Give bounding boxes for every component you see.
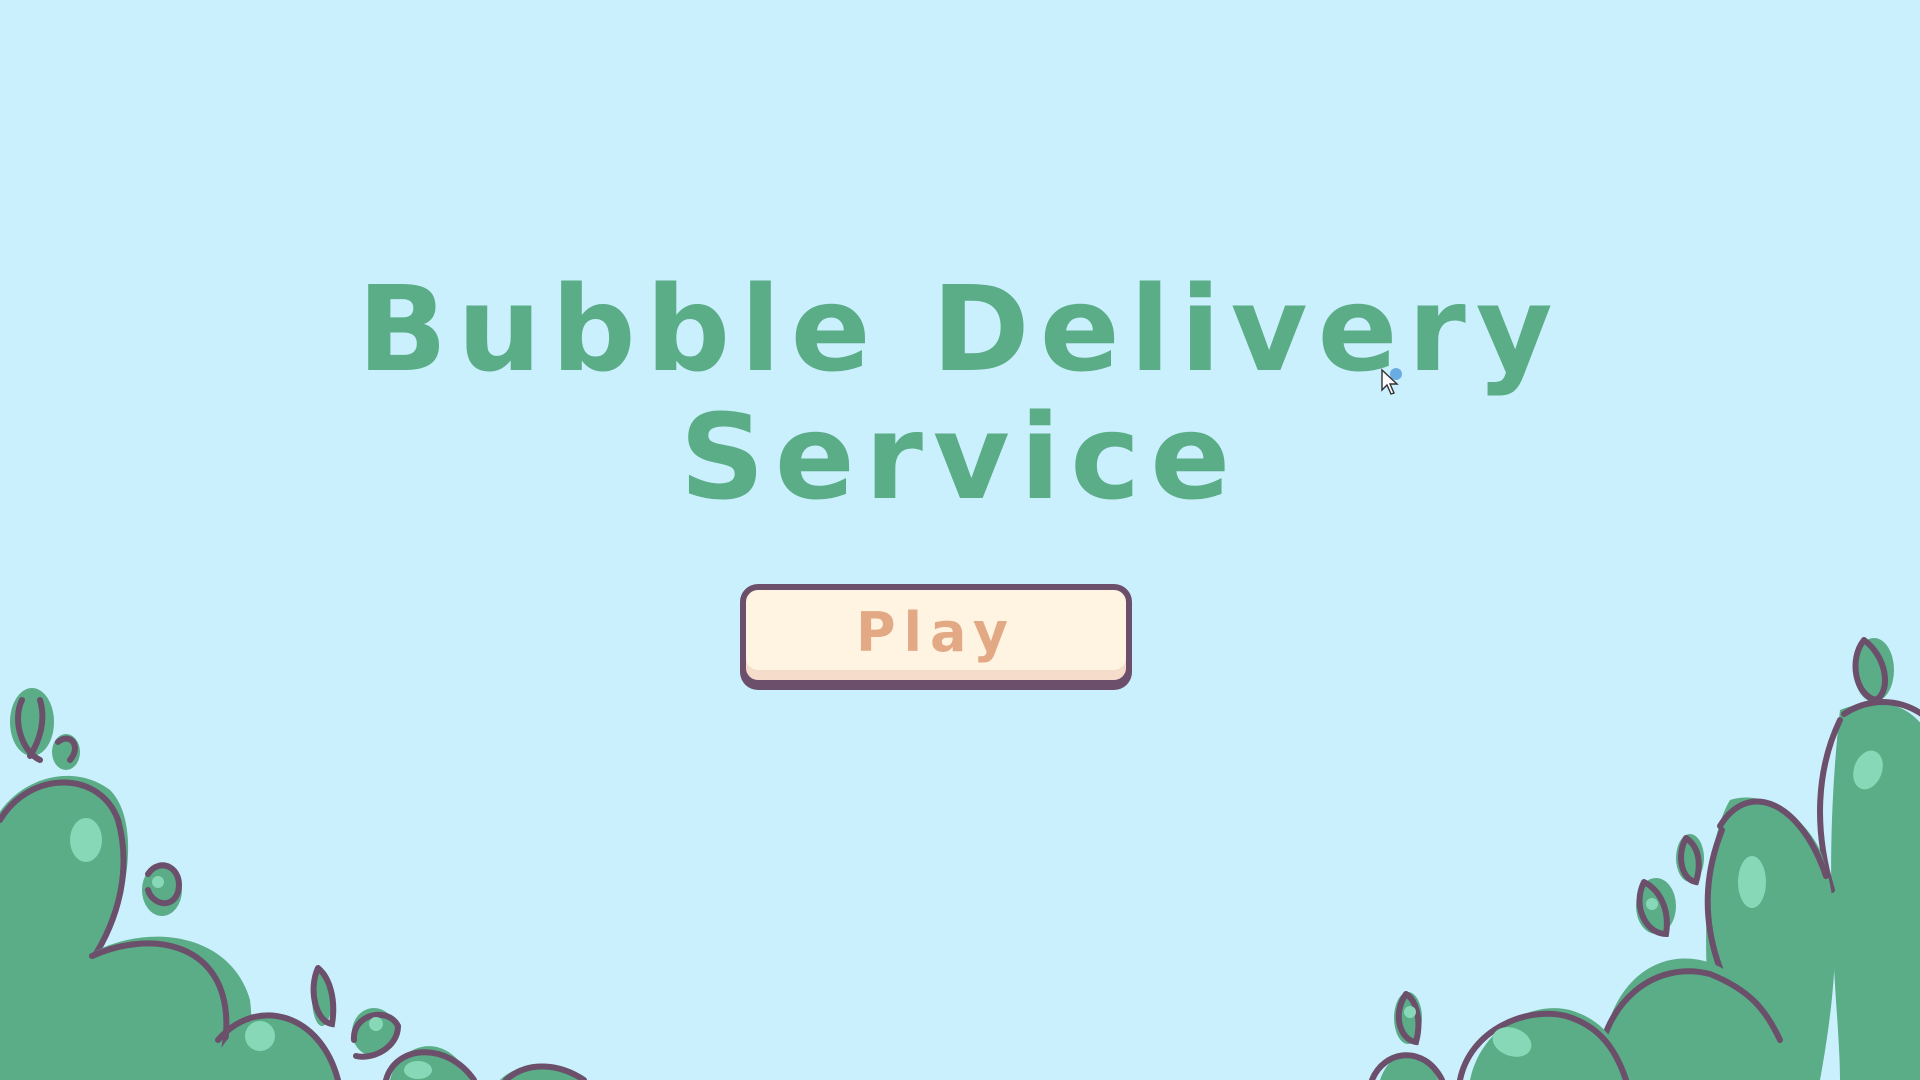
play-button-label: Play	[855, 600, 1017, 664]
bush-cluster-right	[1369, 637, 1920, 1080]
bush-cluster-left	[0, 688, 587, 1080]
mouse-pointer-icon	[1381, 368, 1402, 395]
game-title-line-1: Bubble Delivery	[357, 260, 1563, 398]
game-scene: Bubble Delivery Service Play	[0, 0, 1920, 1080]
game-title-line-2: Service	[679, 388, 1241, 526]
play-button[interactable]: Play	[740, 584, 1132, 686]
